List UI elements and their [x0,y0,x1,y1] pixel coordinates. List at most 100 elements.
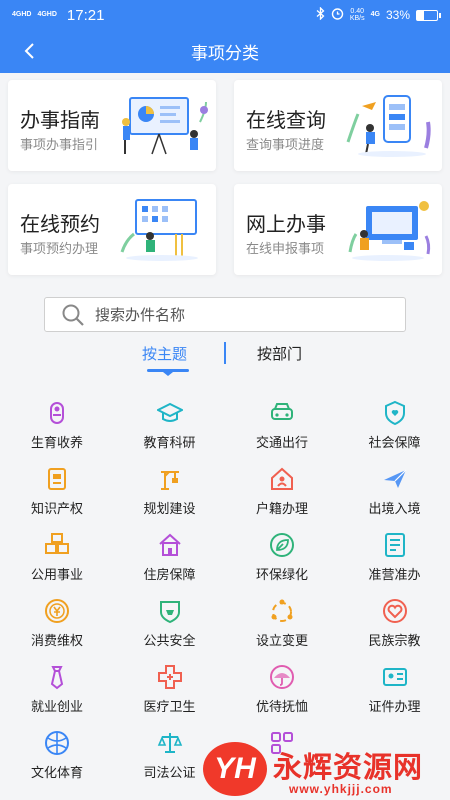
medical-cross-icon [157,665,182,689]
category-item[interactable]: 医疗卫生 [114,662,226,722]
car-icon [271,403,293,420]
card-subtitle: 事项预约办理 [20,241,99,256]
category-label: 住房保障 [143,567,196,582]
tab-by-department[interactable]: 按部门 [257,343,302,364]
card-title: 网上办事 [246,214,326,236]
signal-indicator-2: 4GHD [37,11,57,18]
watermark-logo: YH [203,742,267,796]
nav-bar: 事项分类 [0,30,450,73]
bluetooth-icon [316,6,325,23]
category-item[interactable]: 公共安全 [114,596,226,656]
watermark: YH 永辉资源网 www.yhkjjj.com [203,738,450,800]
page-title: 事项分类 [191,44,259,63]
signal-indicator-1: 4GHD [12,11,32,18]
online-service-illustration [348,201,431,261]
list-document-icon [384,533,405,557]
category-item[interactable]: 出境入境 [339,464,450,524]
active-tab-caret [163,372,173,376]
card-subtitle: 查询事项进度 [246,137,325,152]
category-label: 教育科研 [143,435,196,450]
back-button[interactable] [14,36,44,66]
category-item[interactable]: 住房保障 [114,530,226,590]
graduation-cap-icon [156,402,183,422]
category-label: 证件办理 [368,699,421,714]
tab-by-topic[interactable]: 按主题 [142,343,187,364]
category-label: 设立变更 [255,633,308,648]
boxes-icon [45,533,69,554]
baby-icon [50,402,64,424]
card-subtitle: 在线申报事项 [246,241,325,256]
category-item[interactable]: 户籍办理 [226,464,338,524]
leaf-icon [270,533,294,557]
id-card-icon [382,668,407,686]
watermark-url: www.yhkjjj.com [289,782,393,796]
category-label: 准营准办 [368,567,421,582]
scales-icon [157,733,182,753]
category-item[interactable]: 就业创业 [1,662,113,722]
crane-icon [160,471,179,490]
category-item[interactable]: 生育收养 [1,398,113,458]
network-type: 4G [370,11,380,18]
card-title: 在线预约 [20,214,100,236]
shield-badge-icon [159,601,180,624]
category-item[interactable]: 社会保障 [339,398,450,458]
card-online-service[interactable]: 网上办事 在线申报事项 [234,184,442,275]
category-item[interactable]: 文化体育 [1,728,113,788]
category-item[interactable]: 民族宗教 [339,596,450,656]
category-label: 户籍办理 [255,501,308,516]
airplane-icon [383,469,406,488]
category-item[interactable]: 设立变更 [226,596,338,656]
guide-illustration [122,97,208,155]
category-item[interactable]: 知识产权 [1,464,113,524]
category-item[interactable]: 准营准办 [339,530,450,590]
appointment-illustration [120,199,198,261]
category-label: 社会保障 [368,435,421,450]
battery-icon [416,9,441,21]
category-label: 民族宗教 [368,633,421,648]
category-label: 规划建设 [143,501,196,516]
category-label: 文化体育 [30,765,83,780]
tie-icon [50,666,64,690]
category-label: 公共安全 [143,633,196,648]
category-label: 交通出行 [255,435,308,450]
category-item[interactable]: 公用事业 [1,530,113,590]
category-item[interactable]: 规划建设 [114,464,226,524]
category-label: 知识产权 [30,501,83,516]
ball-icon [45,731,69,755]
watermark-name: 永辉资源网 [273,752,424,784]
search-icon [62,304,84,326]
search-input[interactable]: 搜索办件名称 [44,297,406,332]
alarm-icon [331,7,344,23]
net-speed: 0.40 KB/s [349,8,365,22]
category-tabs: 按主题 按部门 [0,340,450,380]
cycle-nodes-icon [271,599,293,622]
card-online-query[interactable]: 在线查询 查询事项进度 [234,80,442,171]
category-label: 优待抚恤 [255,699,308,714]
heart-circle-icon [382,599,407,623]
category-item[interactable]: 证件办理 [339,662,450,722]
category-item[interactable]: 交通出行 [226,398,338,458]
tab-divider [224,342,226,364]
document-icon [48,468,66,490]
category-label: 医疗卫生 [143,699,196,714]
chevron-left-icon [24,43,34,59]
battery-percent: 33% [385,8,410,22]
umbrella-icon [270,665,294,689]
card-subtitle: 事项办事指引 [20,137,99,152]
search-placeholder: 搜索办件名称 [95,307,186,324]
card-title: 办事指南 [20,110,100,132]
category-label: 环保绿化 [255,567,308,582]
category-label: 生育收养 [30,435,83,450]
card-service-guide[interactable]: 办事指南 事项办事指引 [8,80,216,171]
category-item[interactable]: 环保绿化 [226,530,338,590]
category-item[interactable]: 教育科研 [114,398,226,458]
category-item[interactable]: 消费维权 [1,596,113,656]
house-icon [158,533,181,556]
status-bar: 4GHD 4GHD 17:21 0.40 KB/s 4G 33% [0,0,450,30]
category-item[interactable]: 优待抚恤 [226,662,338,722]
house-person-icon [271,467,293,490]
shield-heart-icon [384,400,405,426]
card-online-appointment[interactable]: 在线预约 事项预约办理 [8,184,216,275]
query-illustration [346,95,431,157]
category-label: 出境入境 [368,501,421,516]
